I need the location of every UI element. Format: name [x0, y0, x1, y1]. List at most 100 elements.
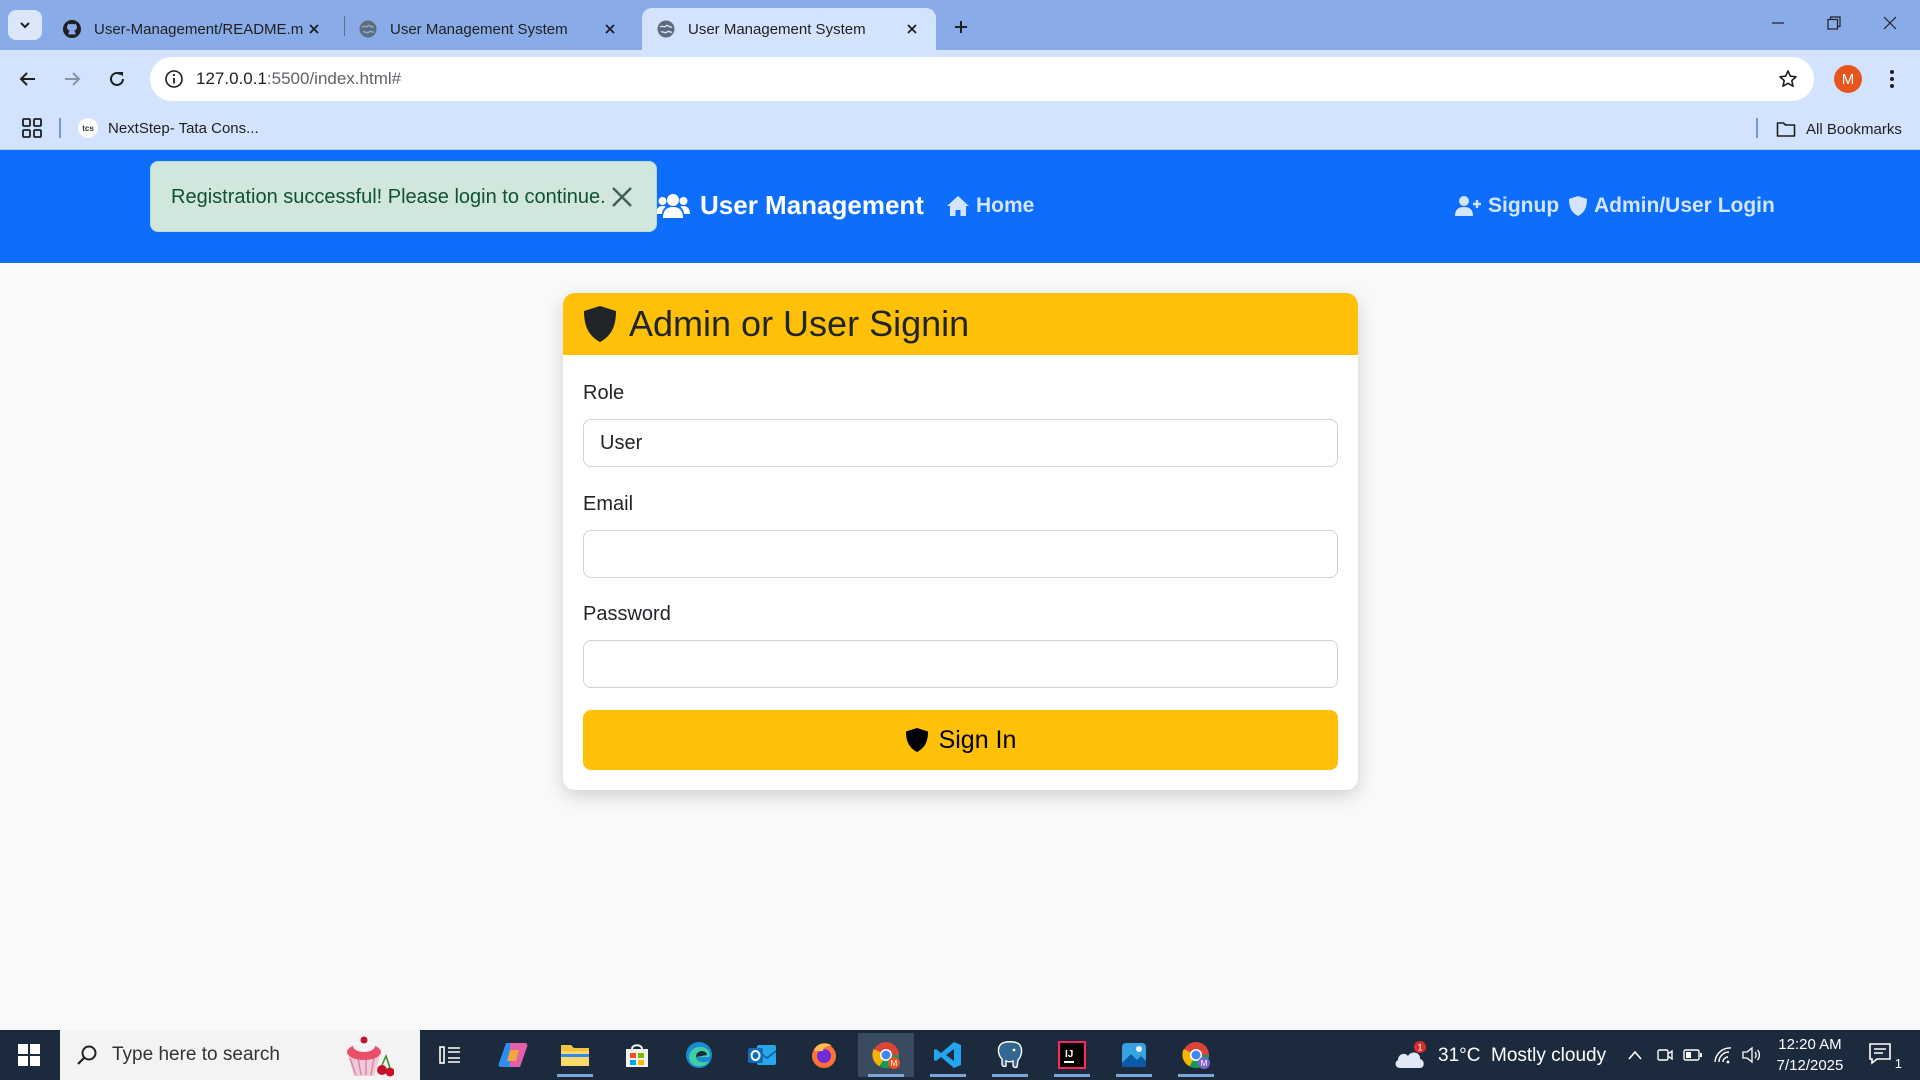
new-tab-button[interactable] [946, 12, 976, 42]
vscode-button[interactable] [920, 1033, 976, 1077]
url-text[interactable]: 127.0.0.1:5500/index.html# [196, 69, 401, 89]
arrow-left-icon [19, 72, 35, 86]
all-bookmarks-label: All Bookmarks [1806, 120, 1902, 138]
signin-card-header: Admin or User Signin [563, 293, 1358, 355]
task-view-button[interactable] [422, 1033, 478, 1077]
vscode-icon [934, 1042, 961, 1068]
start-button[interactable] [0, 1030, 58, 1080]
copilot-taskbar-button[interactable] [485, 1033, 541, 1077]
photos-icon [1122, 1043, 1146, 1067]
chevron-down-icon [20, 22, 30, 29]
minimize-button[interactable] [1750, 0, 1806, 46]
back-button[interactable] [10, 61, 46, 97]
navbar-brand[interactable]: User Management [656, 190, 924, 221]
show-hidden-icons-button[interactable] [1624, 1044, 1646, 1066]
running-indicator [868, 1074, 904, 1077]
taskbar-search-box[interactable]: Type here to search [60, 1030, 420, 1080]
site-info-button[interactable] [158, 63, 190, 95]
users-icon [656, 193, 690, 218]
tab-search-button[interactable] [8, 10, 42, 40]
notification-center-button[interactable]: 1 [1866, 1040, 1902, 1071]
nav-signup-label: Signup [1488, 194, 1560, 217]
intellij-button[interactable]: IJ [1044, 1033, 1100, 1077]
role-label: Role [583, 382, 625, 404]
star-icon [1779, 70, 1797, 87]
restore-icon [1827, 16, 1841, 30]
bookmark-separator [1756, 118, 1758, 138]
clock-time: 12:20 AM [1778, 1036, 1842, 1053]
running-indicator [1178, 1074, 1214, 1077]
browser-tab-ums-active[interactable]: User Management System [642, 8, 936, 50]
password-field[interactable] [583, 640, 1338, 688]
folder-icon [561, 1045, 589, 1066]
intellij-icon: IJ [1058, 1041, 1086, 1069]
alert-close-button[interactable] [607, 182, 637, 212]
email-field[interactable] [583, 530, 1338, 578]
firefox-button[interactable] [796, 1033, 852, 1077]
bookmark-star-button[interactable] [1776, 67, 1800, 91]
weather-text: 31°C Mostly cloudy [1438, 1045, 1607, 1066]
shield-icon [584, 306, 616, 342]
windows-taskbar: Type here to search M IJ M 1 31°C Mostly… [0, 1030, 1920, 1080]
address-bar[interactable]: 127.0.0.1:5500/index.html# [150, 57, 1814, 101]
outlook-icon [748, 1045, 777, 1065]
file-explorer-button[interactable] [547, 1033, 603, 1077]
url-path: :5500/index.html# [266, 69, 402, 88]
svg-text:IJ: IJ [1065, 1049, 1073, 1060]
role-value: User [600, 432, 643, 454]
sign-in-button[interactable]: Sign In [583, 710, 1338, 770]
forward-button[interactable] [54, 61, 90, 97]
restore-button[interactable] [1806, 0, 1862, 46]
profile-avatar[interactable]: M [1834, 65, 1862, 93]
sign-in-label: Sign In [938, 725, 1017, 754]
browser-tab-readme[interactable]: User-Management/README.md [48, 8, 338, 50]
home-icon [947, 196, 969, 216]
shield-icon [1569, 196, 1587, 216]
running-indicator [992, 1074, 1028, 1077]
close-window-button[interactable] [1862, 0, 1918, 46]
chrome-button[interactable]: M [858, 1033, 914, 1077]
more-vert-icon [1890, 70, 1894, 88]
bookmark-nextstep[interactable]: tcs NextStep- Tata Cons... [78, 115, 259, 141]
network-button[interactable] [1712, 1044, 1734, 1066]
clock-date: 7/12/2025 [1776, 1057, 1844, 1074]
speaker-icon [1742, 1046, 1761, 1064]
chrome-icon: M [1182, 1042, 1210, 1069]
reload-icon [110, 71, 124, 86]
edge-button[interactable] [671, 1033, 727, 1077]
close-icon [1883, 16, 1897, 30]
outlook-button[interactable] [734, 1033, 790, 1077]
postgres-button[interactable] [982, 1033, 1038, 1077]
nav-login-link[interactable]: Admin/User Login [1568, 194, 1775, 218]
globe-icon [657, 20, 675, 38]
nav-signup-link[interactable]: Signup [1454, 194, 1559, 218]
tab-close-button[interactable] [902, 19, 922, 39]
password-label: Password [583, 603, 671, 625]
reload-button[interactable] [99, 61, 135, 97]
browser-toolbar: 127.0.0.1:5500/index.html# M [0, 50, 1920, 108]
tab-close-button[interactable] [600, 19, 620, 39]
registration-success-alert: Registration successful! Please login to… [150, 161, 657, 232]
browser-tab-ums-1[interactable]: User Management System [344, 8, 634, 50]
battery-button[interactable] [1682, 1044, 1704, 1066]
role-field[interactable]: User [583, 419, 1338, 467]
edge-icon [686, 1042, 712, 1068]
shield-icon [905, 728, 928, 752]
chrome-profile-button[interactable]: M [1168, 1033, 1224, 1077]
apps-grid-icon[interactable] [20, 116, 44, 140]
url-host: 127.0.0.1 [196, 69, 267, 88]
signin-title: Admin or User Signin [629, 303, 970, 344]
weather-widget[interactable]: 1 31°C Mostly cloudy [1392, 1040, 1606, 1072]
all-bookmarks-button[interactable]: All Bookmarks [1776, 116, 1902, 142]
close-icon [612, 187, 632, 207]
meet-now-button[interactable] [1654, 1044, 1676, 1066]
photos-button[interactable] [1106, 1033, 1162, 1077]
user-plus-icon [1455, 196, 1481, 216]
nav-home-link[interactable]: Home [946, 194, 1034, 218]
browser-menu-button[interactable] [1880, 65, 1904, 93]
tab-close-button[interactable] [304, 19, 324, 39]
volume-button[interactable] [1740, 1044, 1762, 1066]
ms-store-button[interactable] [609, 1033, 665, 1077]
taskbar-clock[interactable]: 12:20 AM 7/12/2025 [1772, 1034, 1848, 1076]
brand-label: User Management [700, 190, 924, 220]
